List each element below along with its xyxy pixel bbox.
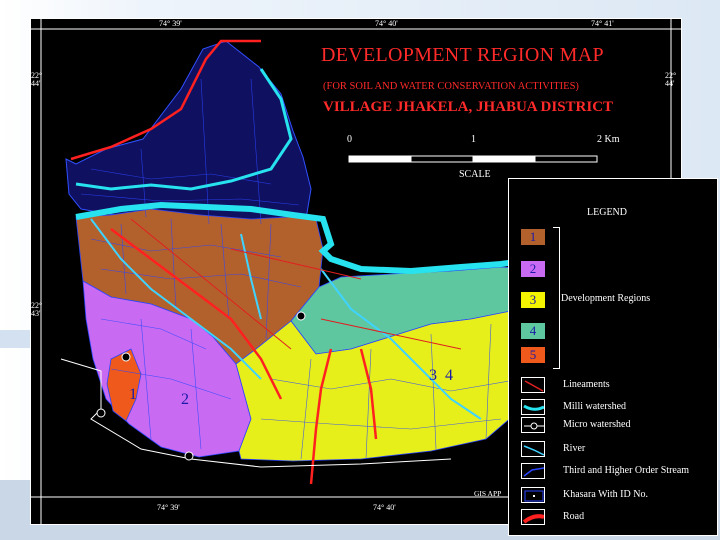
legend-region-5-swatch: 5: [521, 347, 545, 363]
legend-item-lineaments: Lineaments: [521, 377, 716, 393]
scale-bar: [348, 155, 598, 163]
road-icon: [521, 509, 545, 525]
region-label-1: 1: [129, 386, 137, 403]
legend-item-milli-watershed: Milli watershed: [521, 399, 716, 415]
legend-item-micro-watershed: Micro watershed: [521, 417, 716, 433]
legend-item-stream: Third and Higher Order Stream: [521, 463, 716, 479]
coord-left-2-min: 43': [31, 309, 41, 318]
micro-watershed-icon: [521, 417, 545, 433]
lineament-icon: [521, 377, 545, 393]
legend-title: LEGEND: [587, 207, 627, 218]
coord-left-1-min: 44': [31, 79, 41, 88]
stream-icon: [521, 463, 545, 479]
coord-bottom-1: 74° 39': [157, 503, 180, 512]
river-icon: [521, 441, 545, 457]
scale-zero: 0: [347, 134, 352, 145]
region-label-2: 2: [181, 391, 189, 408]
coord-top-1: 74° 39': [159, 19, 182, 28]
scale-mid: 1: [471, 134, 476, 145]
map-title: DEVELOPMENT REGION MAP: [321, 44, 604, 66]
legend-item-river: River: [521, 441, 716, 457]
region-label-4: 4: [445, 367, 453, 384]
coord-right-1-min: 44': [665, 79, 675, 88]
legend-region-3-swatch: 3: [521, 292, 545, 308]
legend-region-2-swatch: 2: [521, 261, 545, 277]
legend-panel: LEGEND 1 2 3 4 5 Development Regions Lin…: [508, 178, 718, 536]
scale-label: SCALE: [459, 169, 491, 180]
map-subtitle: (FOR SOIL AND WATER CONSERVATION ACTIVIT…: [323, 81, 579, 92]
legend-item-khasara: Khasara With ID No.: [521, 487, 716, 503]
scale-end: 2 Km: [597, 134, 620, 145]
coord-bottom-2: 74° 40': [373, 503, 396, 512]
milli-watershed-icon: [521, 399, 545, 415]
khasara-icon: [521, 487, 545, 503]
legend-region-4-swatch: 4: [521, 323, 545, 339]
coord-top-3: 74° 41': [591, 19, 614, 28]
map-village: VILLAGE JHAKELA, JHABUA DISTRICT: [323, 99, 614, 115]
map-credit: GIS APP: [474, 489, 502, 498]
legend-item-road: Road: [521, 509, 716, 525]
legend-region-bracket: [553, 227, 560, 369]
coord-top-2: 74° 40': [375, 19, 398, 28]
legend-region-1-swatch: 1: [521, 229, 545, 245]
region-label-3: 3: [429, 367, 437, 384]
legend-regions-label: Development Regions: [561, 293, 651, 304]
